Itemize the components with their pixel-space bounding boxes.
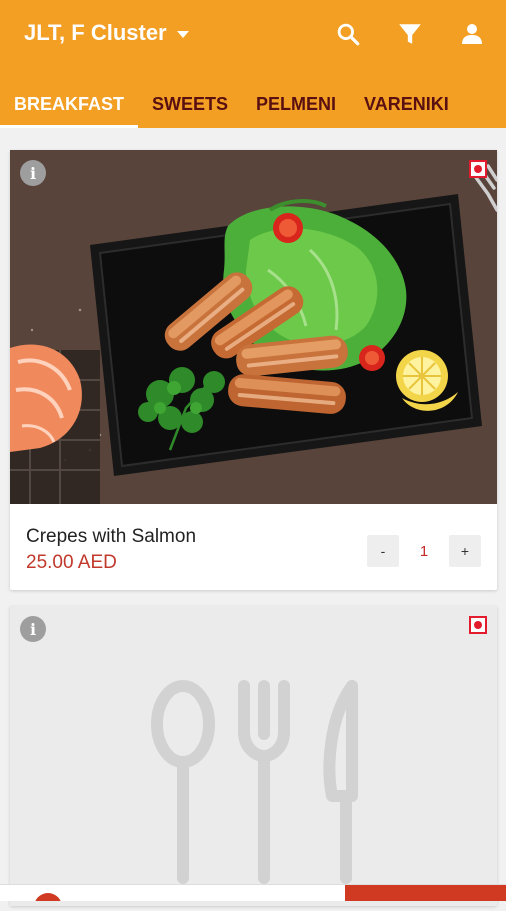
location-label: JLT, F Cluster xyxy=(24,20,167,45)
cutlery-placeholder-icon xyxy=(151,680,358,884)
bottom-cart-bar xyxy=(0,884,506,901)
crepes-salmon-photo xyxy=(10,150,497,504)
quantity-value: 1 xyxy=(419,542,429,560)
location-selector[interactable]: JLT, F Cluster xyxy=(24,18,189,48)
quantity-stepper: - 1 + xyxy=(367,535,481,567)
image-placeholder xyxy=(10,606,497,906)
item-name: Crepes with Salmon xyxy=(26,526,197,547)
select-checkbox[interactable] xyxy=(469,616,487,634)
app-bar: JLT, F Cluster BREAKFAST SWEETS PELMENI … xyxy=(0,0,506,128)
tab-vareniki[interactable]: VARENIKI xyxy=(350,80,463,128)
tab-pelmeni[interactable]: PELMENI xyxy=(242,80,350,128)
caret-down-icon xyxy=(176,30,189,38)
menu-item-card[interactable]: i Crepes with Salmon 25.00 AED - 1 + xyxy=(10,150,497,590)
menu-item-card[interactable]: i xyxy=(10,606,497,906)
select-checkbox[interactable] xyxy=(469,160,487,178)
profile-button[interactable] xyxy=(454,16,490,52)
decrement-button[interactable]: - xyxy=(367,535,399,567)
user-icon xyxy=(462,24,482,44)
increment-button[interactable]: + xyxy=(449,535,481,567)
tab-breakfast[interactable]: BREAKFAST xyxy=(0,80,139,128)
filter-icon xyxy=(399,24,421,44)
info-button[interactable]: i xyxy=(20,160,46,186)
tab-sweets[interactable]: SWEETS xyxy=(138,80,242,128)
checkout-button[interactable] xyxy=(345,885,506,901)
search-button[interactable] xyxy=(330,16,366,52)
header-actions xyxy=(330,16,490,52)
filter-button[interactable] xyxy=(392,16,428,52)
search-icon xyxy=(337,23,360,46)
info-button[interactable]: i xyxy=(20,616,46,642)
category-tabs: BREAKFAST SWEETS PELMENI VARENIKI xyxy=(0,80,506,128)
item-price: 25.00 AED xyxy=(26,552,117,573)
